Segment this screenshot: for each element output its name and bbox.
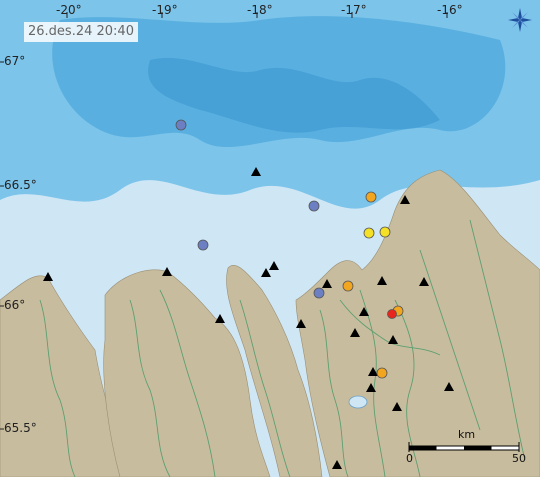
seismic-map[interactable]: 26.des.24 20:40 -20° -19° -18° -17° -16°…	[0, 0, 540, 477]
timestamp-label: 26.des.24 20:40	[24, 22, 138, 42]
earthquake-week[interactable]	[365, 191, 377, 203]
earthquake-week[interactable]	[376, 367, 388, 379]
earthquake-old[interactable]	[175, 119, 187, 131]
latitude-label: 66.5°	[4, 178, 37, 192]
latitude-label: 67°	[4, 54, 26, 68]
earthquake-old[interactable]	[308, 200, 320, 212]
earthquake-hour[interactable]	[387, 309, 397, 319]
scale-end: 50	[512, 452, 526, 465]
earthquake-recent[interactable]	[363, 227, 375, 239]
longitude-label: -19°	[152, 3, 178, 17]
scale-unit: km	[458, 428, 476, 441]
lake	[348, 395, 368, 409]
longitude-label: -18°	[247, 3, 273, 17]
latitude-label: 66°	[4, 298, 26, 312]
longitude-label: -20°	[56, 3, 82, 17]
longitude-label: -17°	[341, 3, 367, 17]
earthquake-recent[interactable]	[379, 226, 391, 238]
earthquake-week[interactable]	[342, 280, 354, 292]
scale-start: 0	[406, 452, 413, 465]
earthquake-old[interactable]	[197, 239, 209, 251]
latitude-label: 65.5°	[4, 421, 37, 435]
longitude-label: -16°	[437, 3, 463, 17]
earthquake-old[interactable]	[313, 287, 325, 299]
compass-icon[interactable]	[506, 6, 534, 34]
map-canvas	[0, 0, 540, 477]
